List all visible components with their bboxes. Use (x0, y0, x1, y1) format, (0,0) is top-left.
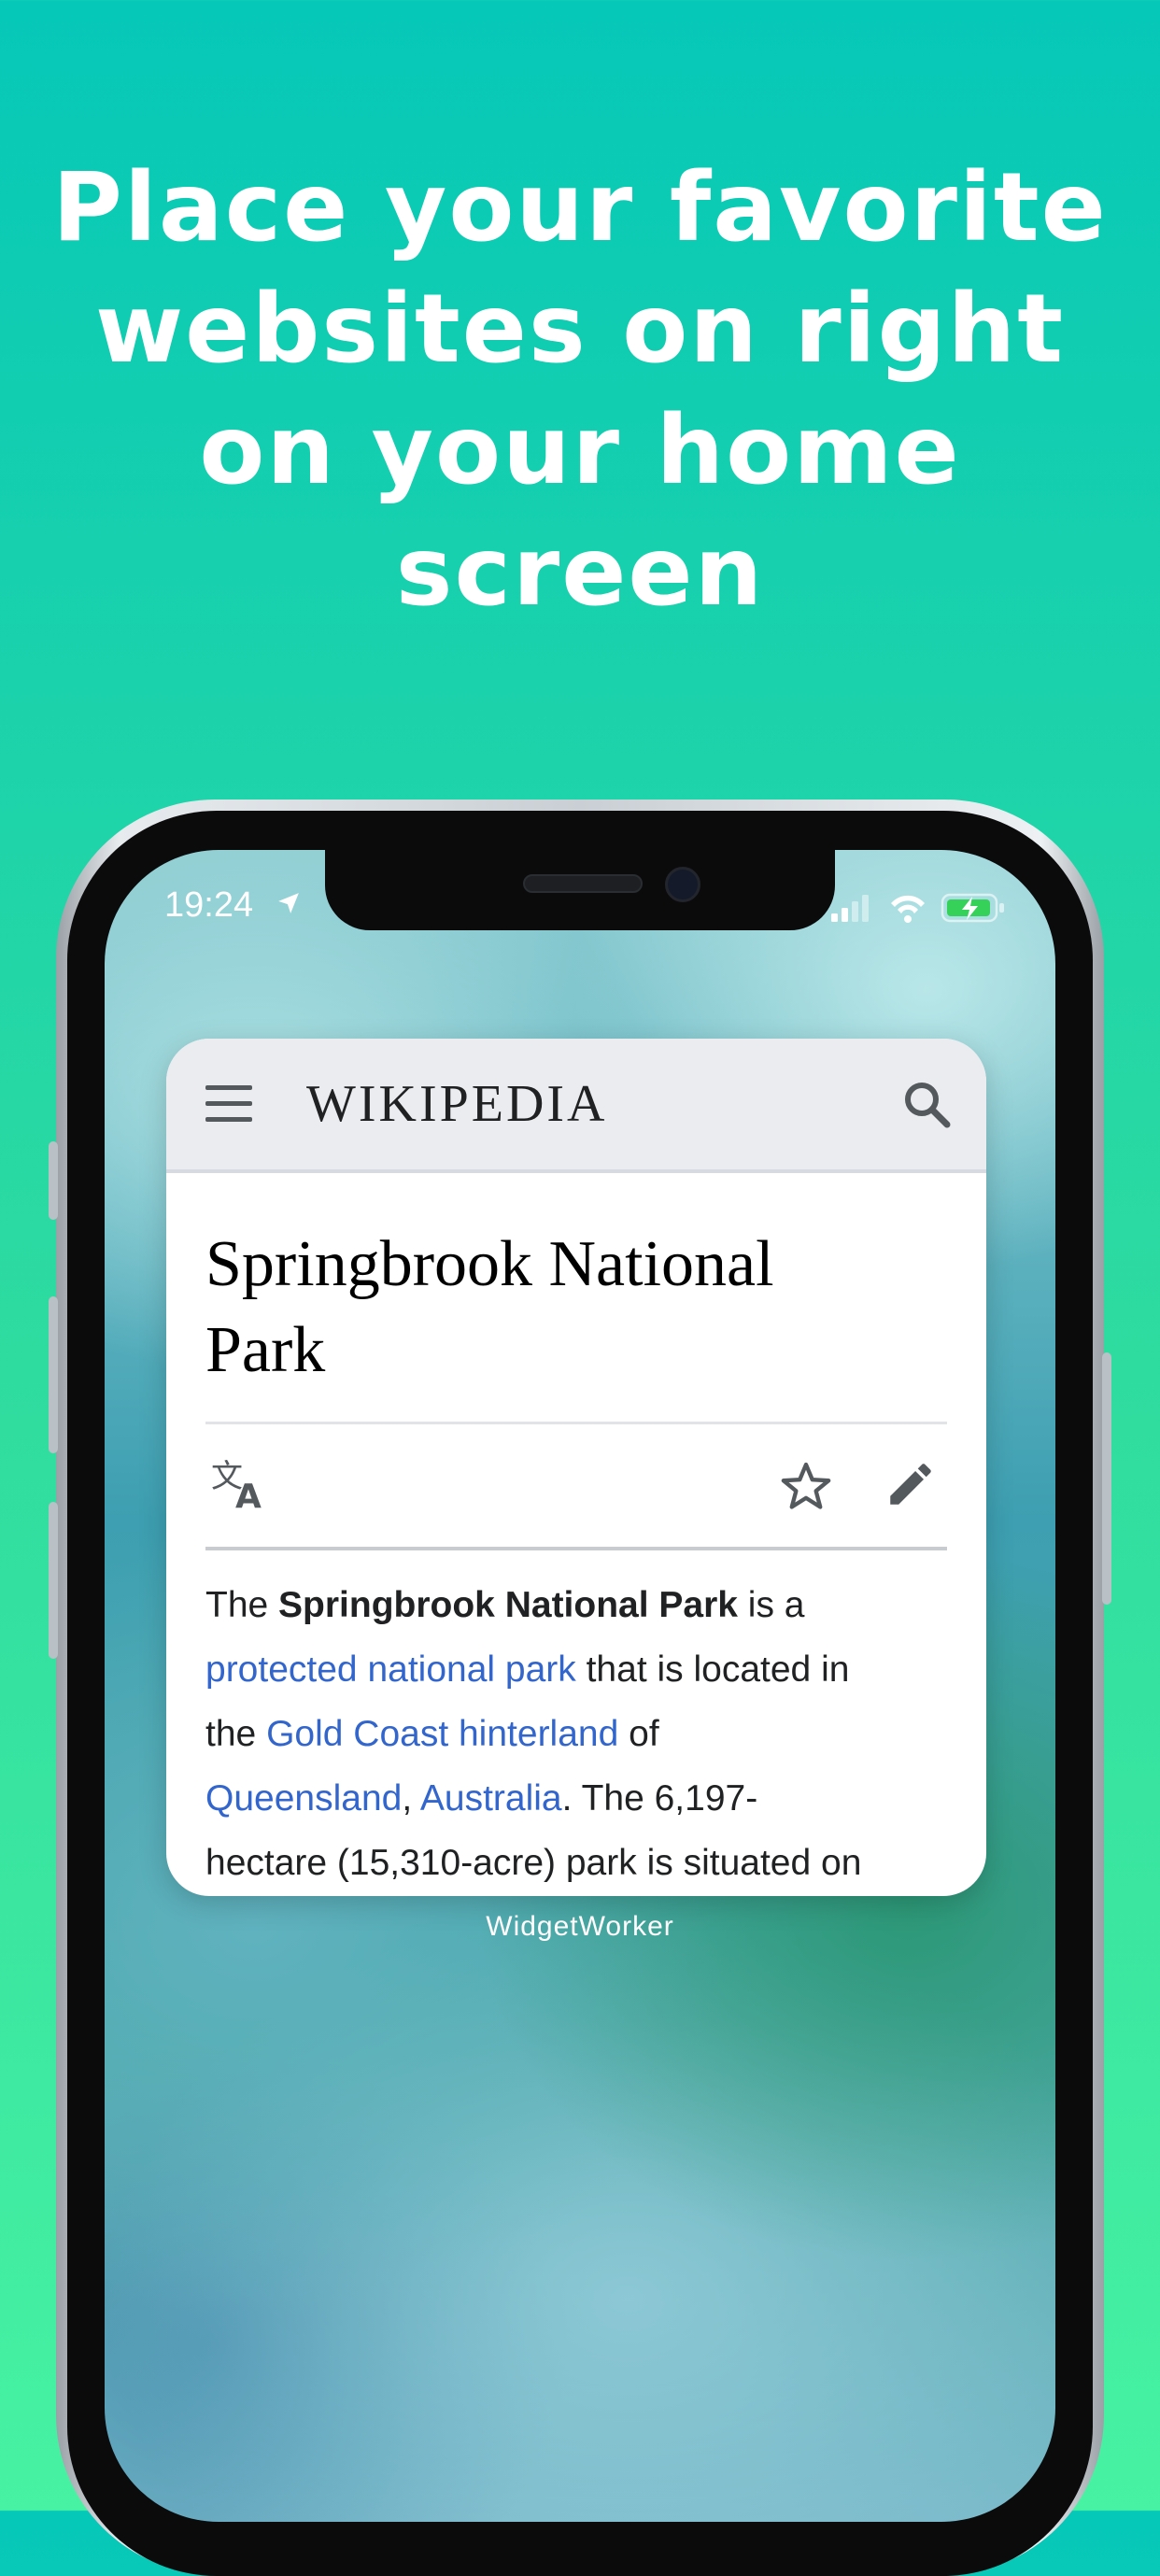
silent-switch (49, 1141, 58, 1220)
article-title-line: Springbrook National (205, 1228, 774, 1300)
wifi-icon (891, 895, 925, 923)
power-button (1102, 1352, 1111, 1605)
location-arrow-icon (278, 893, 299, 913)
article-title-line: Park (205, 1314, 326, 1386)
wikipedia-header: WIKIPEDIA (166, 1039, 986, 1173)
status-icons (831, 893, 1004, 923)
link-protected-national-park[interactable]: protected national park (205, 1649, 576, 1690)
home-screen: 19:24 WIKIPEDIA Springbrook National Par… (105, 850, 1055, 2522)
front-camera (665, 867, 700, 902)
divider (205, 1547, 947, 1550)
notch (325, 850, 835, 930)
status-time: 19:24 (164, 885, 254, 925)
headline-line: Place your favorite (52, 152, 1108, 263)
article-line: protected national park that is located … (205, 1649, 850, 1690)
headline-line: websites on right (94, 274, 1066, 385)
earpiece-speaker (523, 874, 643, 893)
svg-text:A: A (235, 1478, 262, 1511)
translate-icon[interactable]: 文 A (211, 1455, 269, 1511)
article-body: The Springbrook National Park is a prote… (205, 1573, 962, 1895)
article-line: Queensland, Australia. The 6,197- (205, 1778, 758, 1819)
signal-icon (831, 895, 869, 922)
headline-line: screen (395, 517, 765, 628)
link-gold-coast-hinterland[interactable]: Gold Coast hinterland (266, 1714, 618, 1754)
menu-icon[interactable] (205, 1083, 252, 1125)
volume-down-button (49, 1502, 58, 1659)
wikipedia-wordmark: WIKIPEDIA (306, 1075, 608, 1133)
pencil-icon[interactable] (884, 1457, 938, 1511)
divider (205, 1422, 947, 1424)
link-queensland[interactable]: Queensland (205, 1778, 402, 1819)
link-australia[interactable]: Australia (420, 1778, 562, 1819)
headline-line: on your home (199, 395, 961, 506)
wikipedia-widget[interactable]: WIKIPEDIA Springbrook National Park 文 A … (166, 1039, 986, 1896)
bold-term: Springbrook National Park (278, 1585, 738, 1625)
article-line: hectare (15,310-acre) park is situated o… (205, 1843, 862, 1883)
article-line: The Springbrook National Park is a (205, 1585, 805, 1625)
article-line: the Gold Coast hinterland of (205, 1714, 659, 1754)
search-icon[interactable] (900, 1078, 953, 1130)
widget-label: WidgetWorker (486, 1911, 674, 1942)
volume-up-button (49, 1296, 58, 1453)
article-title: Springbrook National Park (205, 1222, 953, 1394)
headline: Place your favorite websites on right on… (0, 148, 1160, 633)
star-icon[interactable] (779, 1459, 833, 1513)
battery-charging-icon (941, 893, 1004, 923)
